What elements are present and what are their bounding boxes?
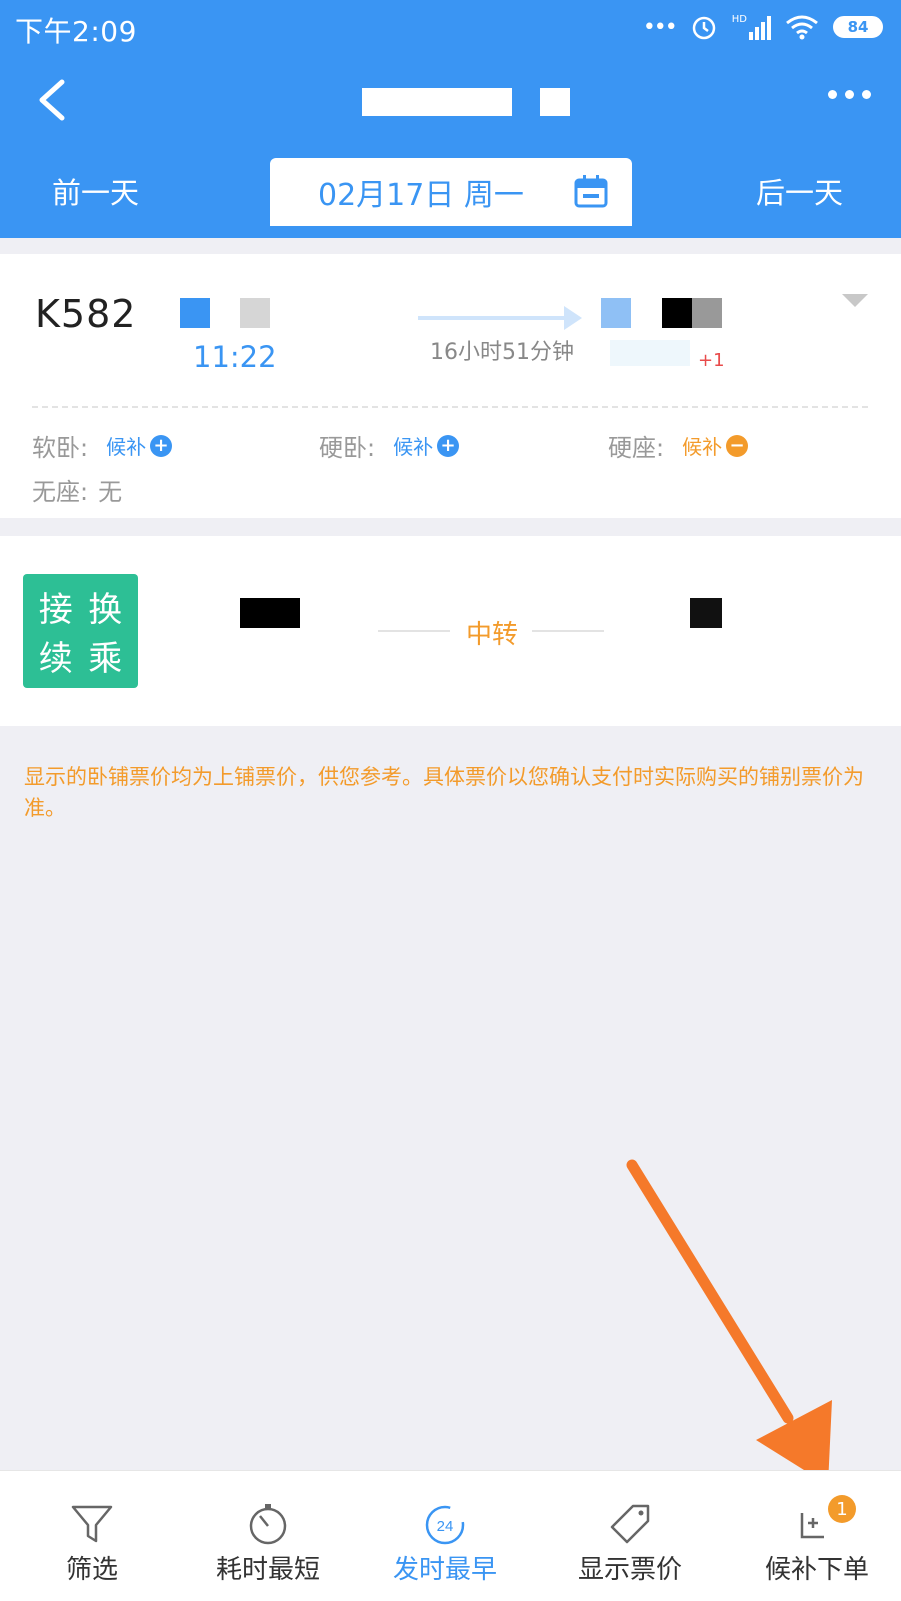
plus-circle-icon: +: [150, 434, 173, 457]
seat-label: 硬座:: [608, 434, 665, 462]
signal-icon: HD: [732, 14, 771, 40]
seat-status: 候补: [682, 435, 723, 459]
transfer-line-right: [532, 630, 604, 632]
seat-no-seat: 无座: 无: [32, 472, 122, 507]
arrive-day-offset: +1: [698, 350, 725, 371]
price-tag-icon: [610, 1504, 650, 1544]
travel-duration: 16小时51分钟: [430, 340, 574, 365]
seat-hard-sleeper[interactable]: 硬卧: 候补 +: [319, 428, 460, 463]
seat-status: 无: [98, 478, 123, 506]
arrive-station-redacted-2: [662, 298, 692, 328]
waitlist-badge: 1: [828, 1495, 856, 1523]
plus-circle-icon: +: [437, 434, 460, 457]
train-number: K582: [35, 292, 137, 336]
more-menu-icon[interactable]: [828, 90, 871, 99]
seat-soft-sleeper[interactable]: 软卧: 候补 +: [32, 428, 173, 463]
depart-time: 11:22: [193, 340, 277, 374]
waitlist-icon: 1: [794, 1495, 856, 1547]
arrive-station-redacted: [601, 298, 631, 328]
badge-char: 乘: [88, 639, 123, 679]
waitlist-order-label: 候补下单: [764, 1555, 869, 1585]
filter-icon: [71, 1505, 113, 1543]
minus-circle-icon: −: [726, 434, 749, 457]
more-dots-icon: •••: [642, 14, 678, 40]
hd-label: HD: [731, 14, 747, 25]
shortest-duration-sort[interactable]: 耗时最短: [203, 1471, 333, 1601]
waitlist-order-button[interactable]: 1 候补下单: [752, 1471, 882, 1601]
badge-char: 接: [38, 590, 73, 630]
show-price-button[interactable]: 显示票价: [565, 1471, 695, 1601]
earliest-departure-label: 发时最早: [392, 1555, 497, 1585]
bottom-toolbar: 筛选 耗时最短 24 发时最早 显示票价 1 候补下单: [0, 1470, 901, 1601]
price-notice: 显示的卧铺票价均为上铺票价，供您参考。具体票价以您确认支付时实际购买的铺别票价为…: [24, 765, 864, 820]
expand-caret-icon[interactable]: [842, 294, 868, 307]
badge-char: 换: [88, 590, 123, 630]
clock-24-text: 24: [437, 1518, 454, 1535]
status-time: 下午2:09: [15, 15, 137, 48]
transfer-badge: 接 换 续 乘: [23, 574, 138, 688]
prev-day-button[interactable]: 前一天: [52, 170, 139, 212]
route-title-redacted-2: [540, 88, 570, 116]
route-arrow-head-icon: [564, 306, 582, 330]
seat-hard-seat[interactable]: 硬座: 候补 −: [608, 428, 749, 463]
route-title-redacted: [362, 88, 512, 116]
alarm-icon: [692, 16, 716, 40]
clock-24-icon: 24: [425, 1505, 465, 1545]
seat-status: 候补: [393, 435, 434, 459]
seat-label: 软卧:: [32, 434, 89, 462]
transfer-label: 中转: [466, 620, 519, 650]
badge-char: 续: [38, 639, 73, 679]
seat-label: 无座:: [32, 478, 89, 506]
transfer-from-redacted: [240, 598, 300, 628]
calendar-icon[interactable]: [574, 174, 608, 208]
stopwatch-icon: [249, 1504, 287, 1545]
earliest-departure-sort[interactable]: 24 发时最早: [380, 1471, 510, 1601]
depart-station-redacted: [180, 298, 210, 328]
shortest-duration-label: 耗时最短: [215, 1555, 320, 1585]
show-price-label: 显示票价: [577, 1555, 682, 1585]
back-icon[interactable]: [34, 78, 70, 122]
seat-label: 硬卧:: [319, 434, 376, 462]
depart-station-redacted-2: [240, 298, 270, 328]
transfer-to-redacted: [690, 598, 722, 628]
seat-status: 候补: [106, 435, 147, 459]
wifi-icon: [786, 15, 818, 40]
status-icons: ••• HD 84: [643, 12, 883, 42]
selected-date[interactable]: 02月17日 周一: [318, 170, 524, 214]
annotation-arrow-icon: [626, 1159, 832, 1485]
next-day-button[interactable]: 后一天: [756, 170, 843, 212]
divider: [32, 406, 868, 408]
arrive-station-redacted-3: [692, 298, 722, 328]
route-arrow-line: [418, 316, 576, 320]
transfer-line-left: [378, 630, 450, 632]
battery-icon: 84: [833, 16, 883, 38]
filter-button[interactable]: 筛选: [52, 1471, 132, 1601]
filter-label: 筛选: [65, 1555, 118, 1585]
battery-level: 84: [847, 18, 869, 36]
arrive-time-redacted: [610, 340, 690, 366]
